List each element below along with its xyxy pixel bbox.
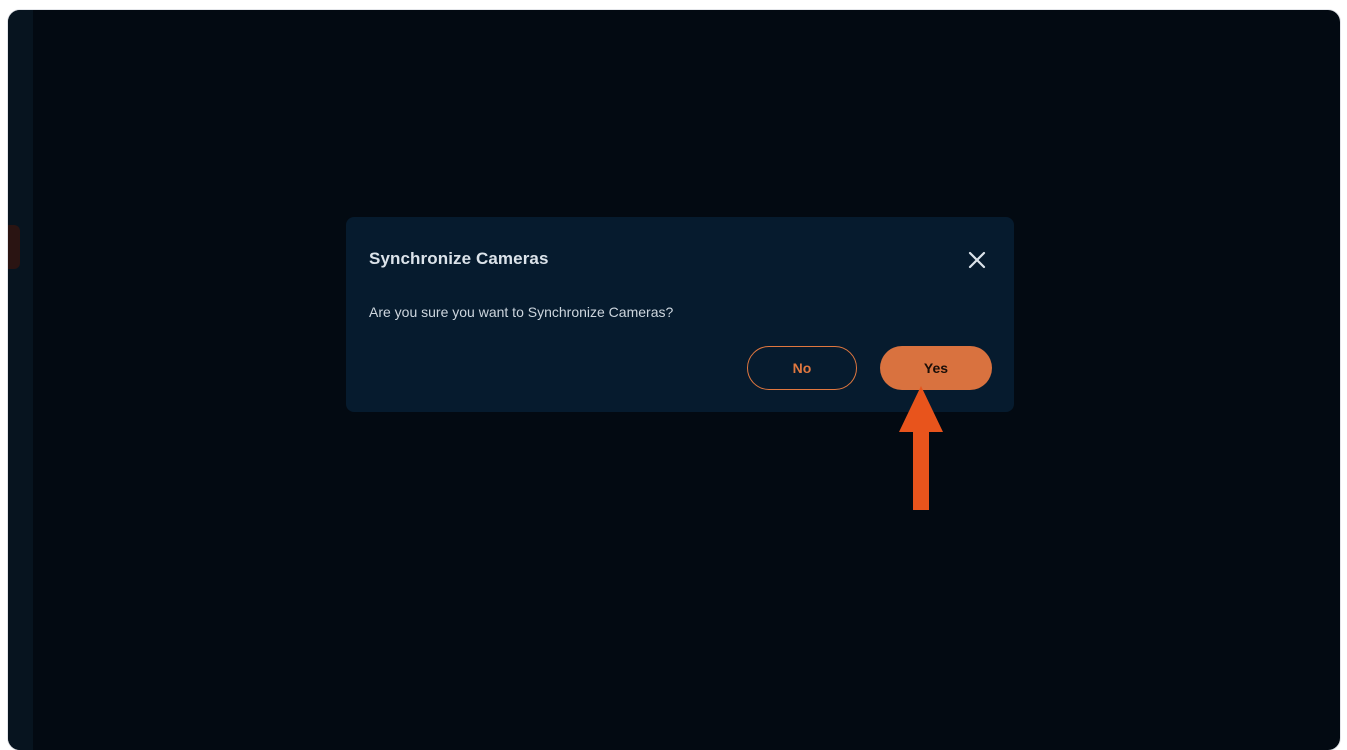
yes-button[interactable]: Yes [880, 346, 992, 390]
app-window: Synchronize Cameras Are you sure you wan… [8, 10, 1340, 750]
no-button[interactable]: No [747, 346, 857, 390]
yes-button-label: Yes [923, 360, 949, 376]
dialog-title: Synchronize Cameras [369, 249, 549, 268]
close-icon[interactable] [964, 247, 990, 273]
no-button-label: No [792, 360, 812, 376]
arrow-up-icon [893, 386, 949, 517]
synchronize-cameras-dialog: Synchronize Cameras Are you sure you wan… [346, 217, 1014, 412]
left-sidebar [8, 10, 33, 750]
sidebar-active-marker [8, 225, 20, 269]
dialog-message: Are you sure you want to Synchronize Cam… [369, 304, 674, 320]
